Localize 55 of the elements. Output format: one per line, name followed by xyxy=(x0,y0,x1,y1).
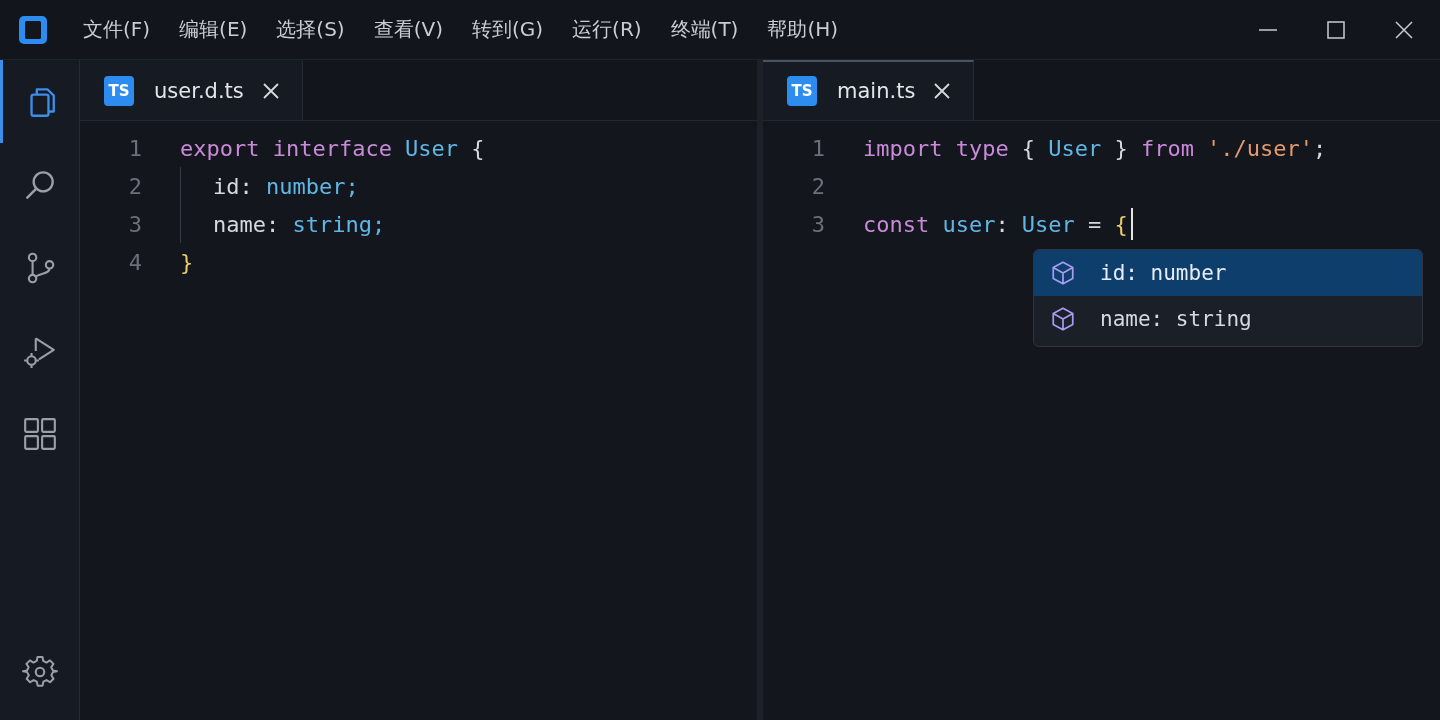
code-token: User xyxy=(1048,135,1102,161)
code-token: id: xyxy=(213,173,253,199)
close-icon[interactable] xyxy=(1394,19,1414,40)
code-token: ; xyxy=(1313,135,1327,161)
code-token: number; xyxy=(265,173,359,199)
code-token: { xyxy=(1114,211,1128,237)
code-token: export xyxy=(180,135,260,161)
app-logo-icon xyxy=(17,13,49,46)
editor-tab[interactable]: TS main.ts xyxy=(763,60,975,120)
menu-item[interactable]: 文件(F) xyxy=(83,16,151,43)
cube-icon xyxy=(1050,260,1076,286)
close-tab-icon[interactable] xyxy=(933,82,952,100)
code-token: import xyxy=(863,135,943,161)
suggestion-item[interactable]: id: number xyxy=(1034,250,1422,296)
close-tab-icon[interactable] xyxy=(261,82,280,100)
menu-item[interactable]: 编辑(E) xyxy=(179,16,248,43)
menu-item[interactable]: 运行(R) xyxy=(572,16,642,43)
line-number: 1 xyxy=(127,135,142,161)
suggestion-item[interactable]: name: string xyxy=(1034,296,1422,342)
tab-label: main.ts xyxy=(837,79,916,103)
line-number: 2 xyxy=(810,173,825,199)
code-token: User xyxy=(405,135,459,161)
code-token: from xyxy=(1140,135,1194,161)
code-token: } xyxy=(1114,135,1128,161)
editor-tab[interactable]: TS user.d.ts xyxy=(80,60,303,120)
code-token: } xyxy=(180,249,194,275)
typescript-file-icon: TS xyxy=(787,76,817,106)
menu-item[interactable]: 查看(V) xyxy=(373,16,443,43)
line-number: 1 xyxy=(810,135,825,161)
settings-icon[interactable] xyxy=(21,654,58,690)
line-number: 2 xyxy=(127,173,142,199)
menu-item[interactable]: 帮助(H) xyxy=(767,16,839,43)
code-token: string; xyxy=(292,211,386,237)
code-token: './user' xyxy=(1207,135,1314,161)
menu-item[interactable]: 选择(S) xyxy=(276,16,345,43)
code-token: const xyxy=(863,211,930,237)
menu-item[interactable]: 终端(T) xyxy=(670,16,739,43)
tab-label: user.d.ts xyxy=(154,79,244,103)
code-token: = xyxy=(1088,211,1102,237)
code-token: User xyxy=(1021,211,1075,237)
extensions-icon[interactable] xyxy=(21,415,58,452)
code-token: user xyxy=(942,211,996,237)
cube-icon xyxy=(1050,306,1076,332)
maximize-icon[interactable] xyxy=(1326,19,1346,40)
code-token: interface xyxy=(272,135,392,161)
line-number: 3 xyxy=(810,211,825,237)
typescript-file-icon: TS xyxy=(104,76,134,106)
code-token: : xyxy=(995,211,1009,237)
code-token: name: xyxy=(213,211,280,237)
line-number: 4 xyxy=(127,249,142,275)
code-token: { xyxy=(1021,135,1036,161)
line-number: 3 xyxy=(127,211,142,237)
code-token: { xyxy=(471,135,485,161)
code-token: type xyxy=(955,135,1009,161)
menu-item[interactable]: 转到(G) xyxy=(471,16,544,43)
